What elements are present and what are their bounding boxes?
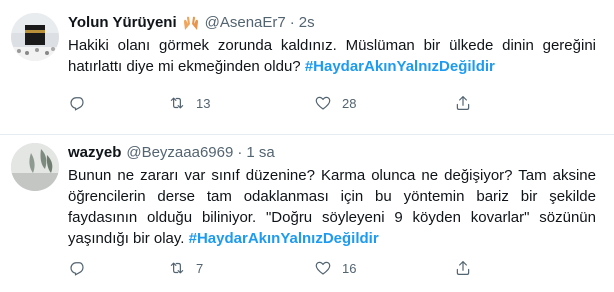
reply-button[interactable] bbox=[68, 259, 168, 277]
tweet-actions: 13 28 bbox=[68, 94, 472, 112]
retweet-icon bbox=[170, 97, 184, 109]
share-icon bbox=[456, 261, 470, 275]
tweet[interactable]: wazyeb @Beyzaaa6969 · 1 sa Bunun ne zara… bbox=[0, 135, 614, 292]
retweet-count: 7 bbox=[196, 260, 204, 276]
avatar[interactable] bbox=[11, 143, 59, 191]
like-icon bbox=[315, 96, 331, 110]
hashtag-link[interactable]: #HaydarAkınYalnızDeğildir bbox=[189, 230, 379, 247]
share-button[interactable] bbox=[454, 94, 472, 112]
timestamp[interactable]: 1 sa bbox=[246, 143, 274, 162]
user-handle[interactable]: @Beyzaaa6969 bbox=[126, 143, 233, 162]
meta-separator: · bbox=[289, 14, 295, 31]
retweet-button[interactable]: 7 bbox=[168, 259, 314, 277]
like-count: 28 bbox=[342, 95, 357, 111]
reply-icon bbox=[70, 262, 84, 276]
tweet-text: Bunun ne zararı var sınıf düzenine? Karm… bbox=[68, 165, 596, 249]
retweet-button[interactable]: 13 bbox=[168, 94, 314, 112]
hands-emoji-icon bbox=[182, 15, 200, 31]
retweet-count: 13 bbox=[196, 95, 211, 111]
display-name[interactable]: wazyeb bbox=[68, 143, 121, 162]
display-name[interactable]: Yolun Yürüyeni bbox=[68, 13, 177, 32]
timestamp[interactable]: 2s bbox=[299, 13, 315, 32]
like-count: 16 bbox=[342, 260, 357, 276]
tweet-text: Hakiki olanı görmek zorunda kaldınız. Mü… bbox=[68, 35, 596, 77]
like-button[interactable]: 28 bbox=[314, 94, 454, 112]
user-handle[interactable]: @AsenaEr7 bbox=[205, 13, 286, 32]
share-button[interactable] bbox=[454, 259, 472, 277]
retweet-icon bbox=[170, 262, 184, 274]
reply-button[interactable] bbox=[68, 94, 168, 112]
tweet[interactable]: Yolun Yürüyeni @AsenaEr7 · 2s Hakiki ola… bbox=[0, 0, 614, 134]
like-icon bbox=[315, 261, 331, 275]
avatar[interactable] bbox=[11, 13, 59, 61]
hashtag-link[interactable]: #HaydarAkınYalnızDeğildir bbox=[305, 58, 495, 75]
share-icon bbox=[456, 96, 470, 110]
like-button[interactable]: 16 bbox=[314, 259, 454, 277]
reply-icon bbox=[70, 97, 84, 111]
meta-separator: · bbox=[237, 144, 243, 161]
tweet-actions: 7 16 bbox=[68, 259, 472, 277]
